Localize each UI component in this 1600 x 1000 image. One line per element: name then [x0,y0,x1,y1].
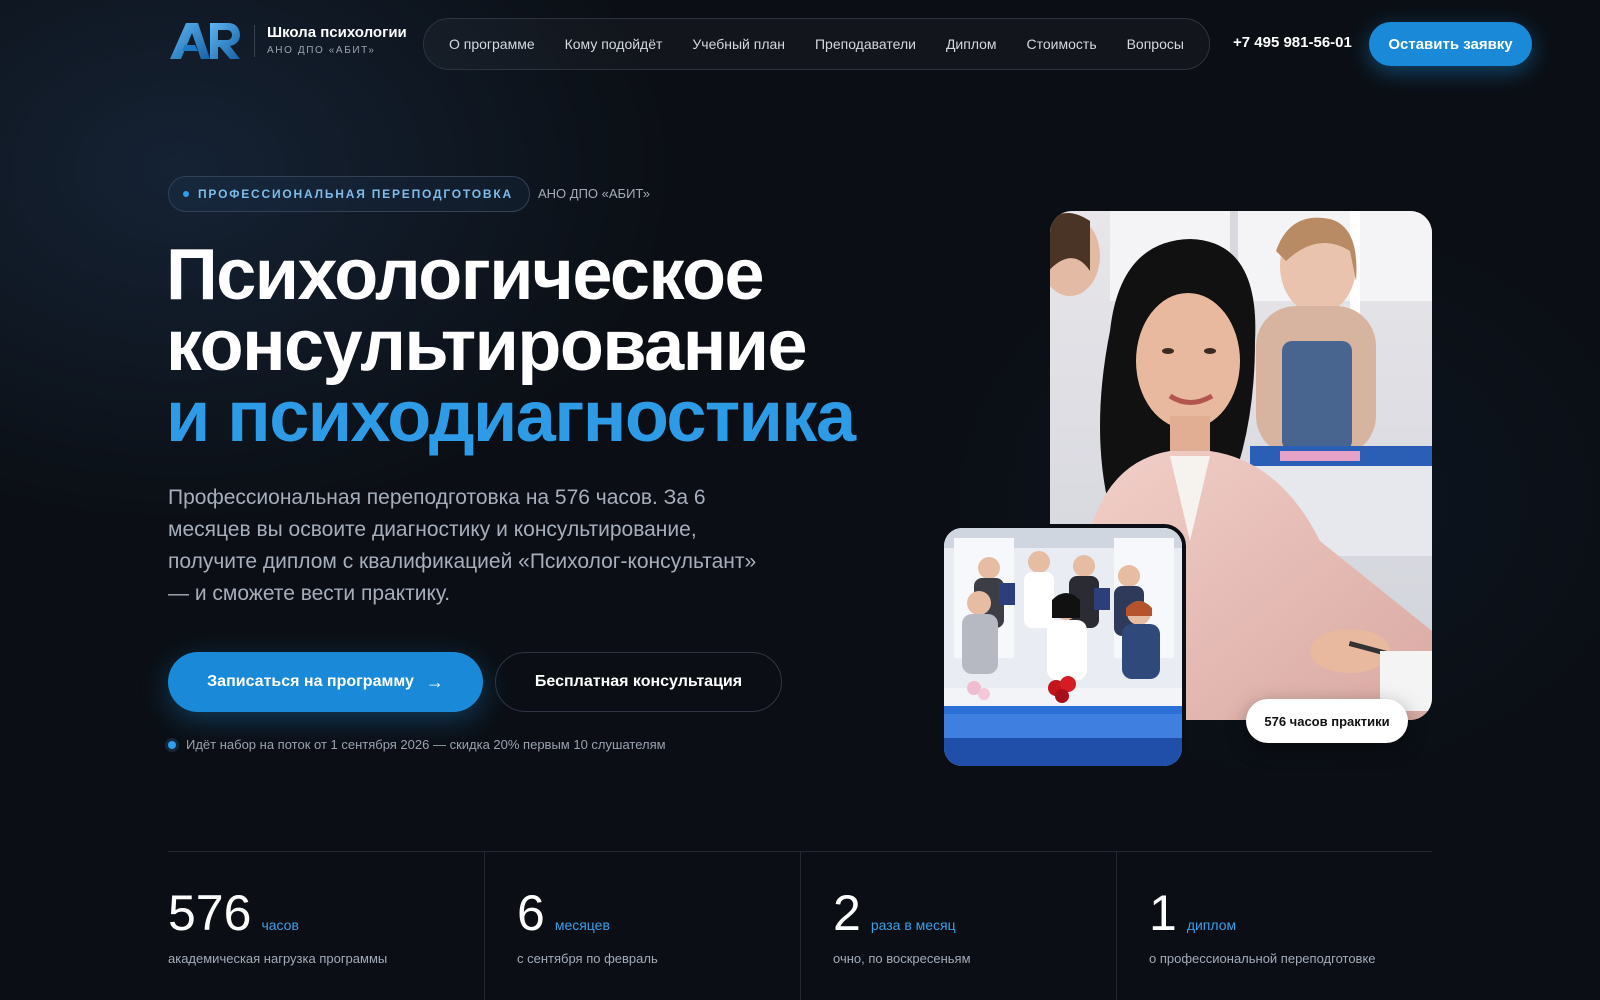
logo-mark-icon [170,23,240,59]
logo-divider [254,25,255,57]
stat-unit: месяцев [554,917,610,933]
stat-separator [1116,852,1117,1000]
free-consultation-button[interactable]: Бесплатная консультация [495,652,782,712]
menu-item-teachers[interactable]: Преподаватели [815,36,916,52]
pill-label: ПРОФЕССИОНАЛЬНАЯ ПЕРЕПОДГОТОВКА [198,187,513,201]
stat-separator [484,852,485,1000]
menu-item-audience[interactable]: Кому подойдёт [565,36,663,52]
stat-value: 1 [1149,885,1177,941]
menu-item-about[interactable]: О программе [449,36,535,52]
leave-request-button[interactable]: Оставить заявку [1369,22,1532,66]
stat-hours: 576 часов академическая нагрузка програм… [168,852,484,1000]
program-type-pill: ПРОФЕССИОНАЛЬНАЯ ПЕРЕПОДГОТОВКА [168,176,530,212]
menu-item-price[interactable]: Стоимость [1027,36,1097,52]
stat-hours-row: 576 часов [168,888,299,938]
hero-title-line-1: Психологическое [166,235,765,315]
hero-title: Психологическое консультирование и психо… [166,235,856,457]
stat-separator [800,852,801,1000]
stat-frequency-row: 2 раза в месяц [833,888,956,938]
enrollment-note-text: Идёт набор на поток от 1 сентября 2026 —… [186,737,666,752]
logo-text: Школа психологии АНО ДПО «АБИТ» [267,24,407,58]
stat-description: очно, по воскресеньям [833,951,971,966]
arrow-right-icon: → [425,671,444,692]
graduates-photo-image [944,528,1182,766]
stat-description: академическая нагрузка программы [168,951,388,966]
pill-dot-icon [183,191,189,197]
logo[interactable]: Школа психологии АНО ДПО «АБИТ» [168,21,407,61]
enrollment-note: Идёт набор на поток от 1 сентября 2026 —… [168,737,666,752]
logo-title: Школа психологии [267,24,407,41]
stat-value: 2 [833,885,861,941]
stat-diploma: 1 диплом о профессиональной переподготов… [1116,852,1432,1000]
enroll-button[interactable]: Записаться на программу → [168,652,483,712]
menu-item-curriculum[interactable]: Учебный план [692,36,785,52]
hero-lead: Профессиональная переподготовка на 576 ч… [168,486,757,605]
menu-item-faq[interactable]: Вопросы [1127,36,1184,52]
hero-title-line-3: и психодиагностика [166,377,856,457]
org-label: АНО ДПО «АБИТ» [538,186,651,201]
main-menu: О программе Кому подойдёт Учебный план П… [423,18,1210,70]
hero-title-line-2: консультирование [166,306,807,386]
practice-hours-badge: 576 часов практики [1246,699,1408,743]
phone-link[interactable]: +7 495 981-56-01 [1233,34,1352,51]
stat-value: 6 [517,885,545,941]
stat-unit: диплом [1186,917,1237,933]
stat-description: о профессиональной переподготовке [1149,951,1376,966]
stat-unit: часов [261,917,299,933]
logo-subtitle: АНО ДПО «АБИТ» [267,45,376,56]
stat-description: с сентября по февраль [517,951,658,966]
stat-months-row: 6 месяцев [517,888,610,938]
stat-frequency: 2 раза в месяц очно, по воскресеньям [800,852,1116,1000]
graduates-photo [940,524,1186,770]
enroll-button-label: Записаться на программу [207,673,414,690]
menu-item-diploma[interactable]: Диплом [946,36,997,52]
stat-months: 6 месяцев с сентября по февраль [484,852,800,1000]
stat-unit: раза в месяц [870,917,956,933]
stat-value: 576 [168,885,252,941]
stat-diploma-row: 1 диплом [1149,888,1236,938]
status-dot-icon [168,740,176,749]
top-navbar: Школа психологии АНО ДПО «АБИТ» О програ… [0,0,1600,90]
